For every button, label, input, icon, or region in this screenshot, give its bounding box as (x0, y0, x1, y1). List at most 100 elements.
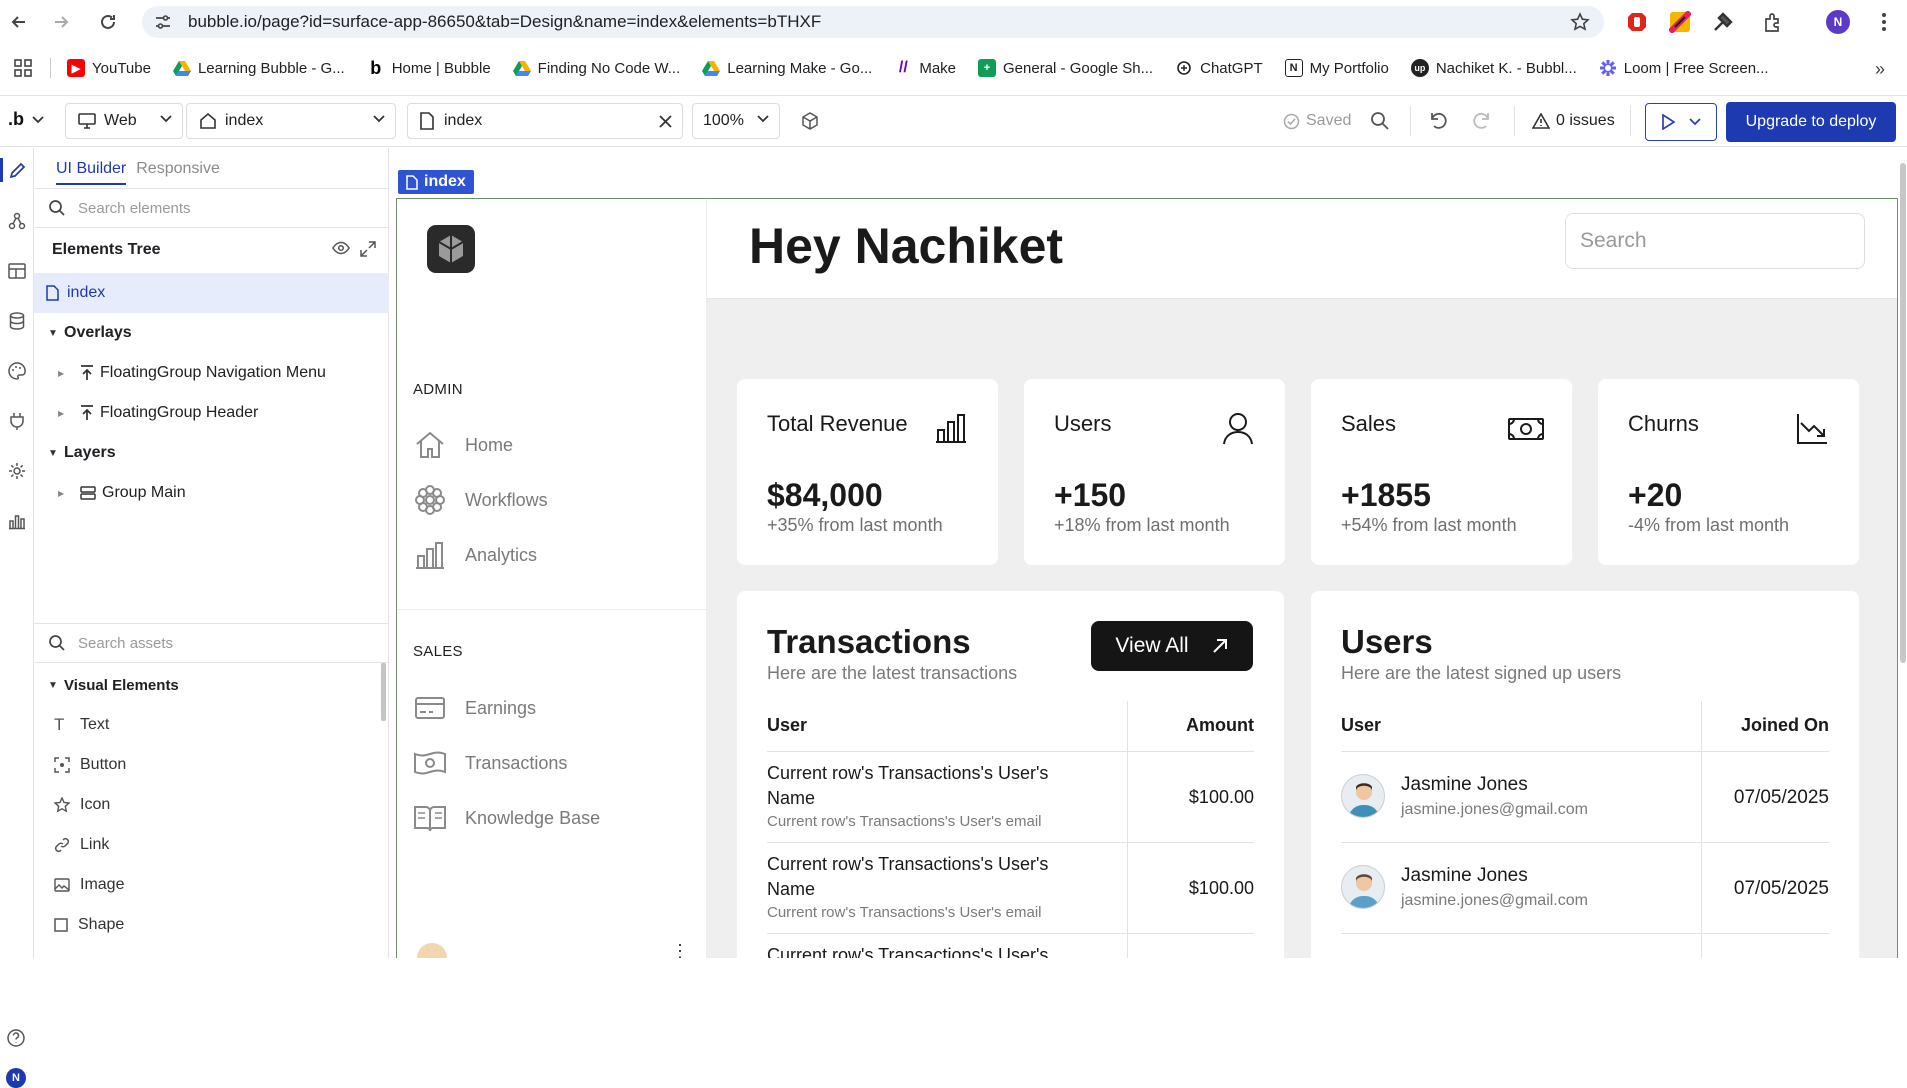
tree-item-index[interactable]: index (34, 273, 389, 313)
undo-icon[interactable] (1428, 111, 1450, 131)
more-bookmarks-icon[interactable]: » (1875, 59, 1885, 80)
redo-icon[interactable] (1470, 111, 1492, 131)
app-logo[interactable] (427, 225, 475, 273)
search-icon[interactable] (1370, 111, 1390, 131)
extensions-puzzle-icon[interactable] (1761, 10, 1785, 34)
page-select[interactable]: index (186, 103, 396, 139)
nav-item-transactions[interactable]: Transactions (413, 743, 567, 783)
page-tag[interactable]: index (398, 170, 474, 194)
bookmark-loom[interactable]: Loom | Free Screen... (1599, 59, 1769, 77)
eye-icon[interactable] (332, 241, 350, 255)
preview-button[interactable] (1645, 103, 1717, 141)
search-elements-field[interactable]: Search elements (34, 188, 389, 228)
column-header-joined-on[interactable]: Joined On (1741, 715, 1829, 736)
visual-element-button[interactable]: Button (54, 751, 126, 779)
view-all-button[interactable]: View All (1091, 621, 1253, 671)
tree-item-floating-nav[interactable]: ▶ FloatingGroup Navigation Menu (34, 353, 389, 393)
bookmark-my-portfolio[interactable]: N My Portfolio (1284, 59, 1389, 77)
back-button[interactable] (0, 3, 38, 41)
help-icon[interactable] (6, 1028, 26, 1048)
column-header-user[interactable]: User (1341, 715, 1381, 736)
upgrade-to-deploy-button[interactable]: Upgrade to deploy (1726, 102, 1896, 142)
user-avatar[interactable]: N (6, 1068, 26, 1088)
analytics-icon[interactable] (6, 510, 28, 532)
stat-card-sales[interactable]: Sales +1855 +54% from last month (1311, 379, 1572, 565)
app-header[interactable]: Hey Nachiket Search (707, 199, 1897, 299)
bookmark-home-bubble[interactable]: b Home | Bubble (367, 58, 490, 78)
stat-card-revenue[interactable]: Total Revenue $84,000 +35% from last mon… (737, 379, 998, 565)
visual-element-text[interactable]: T Text (54, 711, 109, 739)
page-frame[interactable]: ADMIN Home Workflows Analytics SALES Ear… (396, 198, 1898, 958)
browser-menu-icon[interactable] (1872, 10, 1896, 34)
caret-down-icon[interactable]: ▼ (48, 448, 58, 459)
visual-element-icon[interactable]: Icon (54, 791, 110, 819)
visual-element-image[interactable]: Image (54, 871, 124, 899)
bookmark-make[interactable]: // Make (894, 59, 956, 77)
nav-item-analytics[interactable]: Analytics (413, 535, 537, 575)
stat-card-users[interactable]: Users +150 +18% from last month (1024, 379, 1285, 565)
close-icon[interactable] (659, 115, 672, 128)
palette-icon[interactable] (6, 360, 28, 382)
header-search-input[interactable]: Search (1565, 213, 1865, 269)
plugin-icon[interactable] (6, 410, 28, 432)
issues-button[interactable]: 0 issues (1532, 112, 1615, 130)
profile-avatar[interactable]: N (1826, 10, 1850, 34)
nav-item-earnings[interactable]: Earnings (413, 688, 536, 728)
address-bar[interactable]: bubble.io/page?id=surface-app-86650&tab=… (142, 6, 1604, 38)
more-vertical-icon[interactable]: ⋮ (671, 941, 689, 958)
search-assets-field[interactable]: Search assets (34, 623, 389, 663)
bookmark-finding-no-code[interactable]: Finding No Code W... (512, 59, 680, 77)
colorpicker-extension-icon[interactable] (1668, 10, 1692, 34)
users-card[interactable]: Users Here are the latest signed up user… (1311, 591, 1859, 958)
apps-grid-icon[interactable] (14, 59, 32, 77)
caret-right-icon[interactable]: ▶ (58, 409, 68, 418)
cube-icon[interactable] (800, 111, 820, 131)
visual-element-shape[interactable]: Shape (54, 911, 124, 939)
platform-select[interactable]: Web (65, 103, 183, 139)
adblock-extension-icon[interactable] (1625, 10, 1649, 34)
main-content[interactable]: Hey Nachiket Search Total Revenue $84,00… (707, 199, 1897, 958)
column-header-user[interactable]: User (767, 715, 807, 736)
url-text[interactable]: bubble.io/page?id=surface-app-86650&tab=… (188, 12, 821, 32)
bookmark-learning-bubble[interactable]: Learning Bubble - G... (172, 59, 345, 77)
bookmark-general-sheets[interactable]: + General - Google Sh... (978, 59, 1153, 77)
visual-element-link[interactable]: Link (54, 831, 109, 859)
visual-elements-header[interactable]: ▼ Visual Elements (34, 665, 389, 705)
bookmark-learning-make[interactable]: Learning Make - Go... (702, 59, 872, 77)
tab-responsive[interactable]: Responsive (136, 160, 220, 185)
nav-item-knowledge-base[interactable]: Knowledge Base (413, 798, 600, 838)
layout-icon[interactable] (6, 260, 28, 282)
caret-down-icon[interactable]: ▼ (48, 328, 58, 339)
tree-item-group-main[interactable]: ▶ Group Main (34, 473, 389, 513)
workflow-icon[interactable] (6, 210, 28, 232)
design-canvas[interactable]: index ADMIN Home Workflows Analytics SAL… (390, 148, 1907, 958)
tree-item-overlays[interactable]: ▼ Overlays (34, 313, 389, 353)
element-select[interactable]: index (407, 103, 683, 139)
bookmark-star-icon[interactable] (1570, 12, 1590, 32)
site-settings-icon[interactable] (154, 13, 174, 31)
nav-item-workflows[interactable]: Workflows (413, 480, 548, 520)
sidebar-user-avatar[interactable] (417, 943, 447, 958)
caret-right-icon[interactable]: ▶ (58, 369, 68, 378)
bookmark-upwork[interactable]: up Nachiket K. - Bubbl... (1410, 59, 1577, 77)
app-sidebar[interactable]: ADMIN Home Workflows Analytics SALES Ear… (397, 199, 707, 958)
caret-right-icon[interactable]: ▶ (58, 489, 68, 498)
bookmark-youtube[interactable]: ▶ YouTube (67, 59, 151, 77)
tab-ui-builder[interactable]: UI Builder (56, 160, 127, 185)
stat-card-churns[interactable]: Churns +20 -4% from last month (1598, 379, 1859, 565)
database-icon[interactable] (6, 310, 28, 332)
expand-icon[interactable] (360, 241, 376, 257)
tools-extension-icon[interactable] (1711, 10, 1735, 34)
tree-item-floating-header[interactable]: ▶ FloatingGroup Header (34, 393, 389, 433)
bubble-logo-menu[interactable]: .b (8, 109, 44, 130)
caret-down-icon[interactable]: ▼ (48, 680, 58, 691)
column-header-amount[interactable]: Amount (1186, 715, 1254, 736)
nav-item-home[interactable]: Home (413, 425, 513, 465)
bookmark-chatgpt[interactable]: ChatGPT (1175, 59, 1263, 77)
transactions-card[interactable]: Transactions Here are the latest transac… (737, 591, 1284, 958)
settings-gear-icon[interactable] (6, 460, 28, 482)
canvas-scrollbar[interactable] (1900, 163, 1906, 663)
forward-button[interactable] (42, 3, 80, 41)
tree-item-layers[interactable]: ▼ Layers (34, 433, 389, 473)
zoom-select[interactable]: 100% (692, 103, 780, 139)
